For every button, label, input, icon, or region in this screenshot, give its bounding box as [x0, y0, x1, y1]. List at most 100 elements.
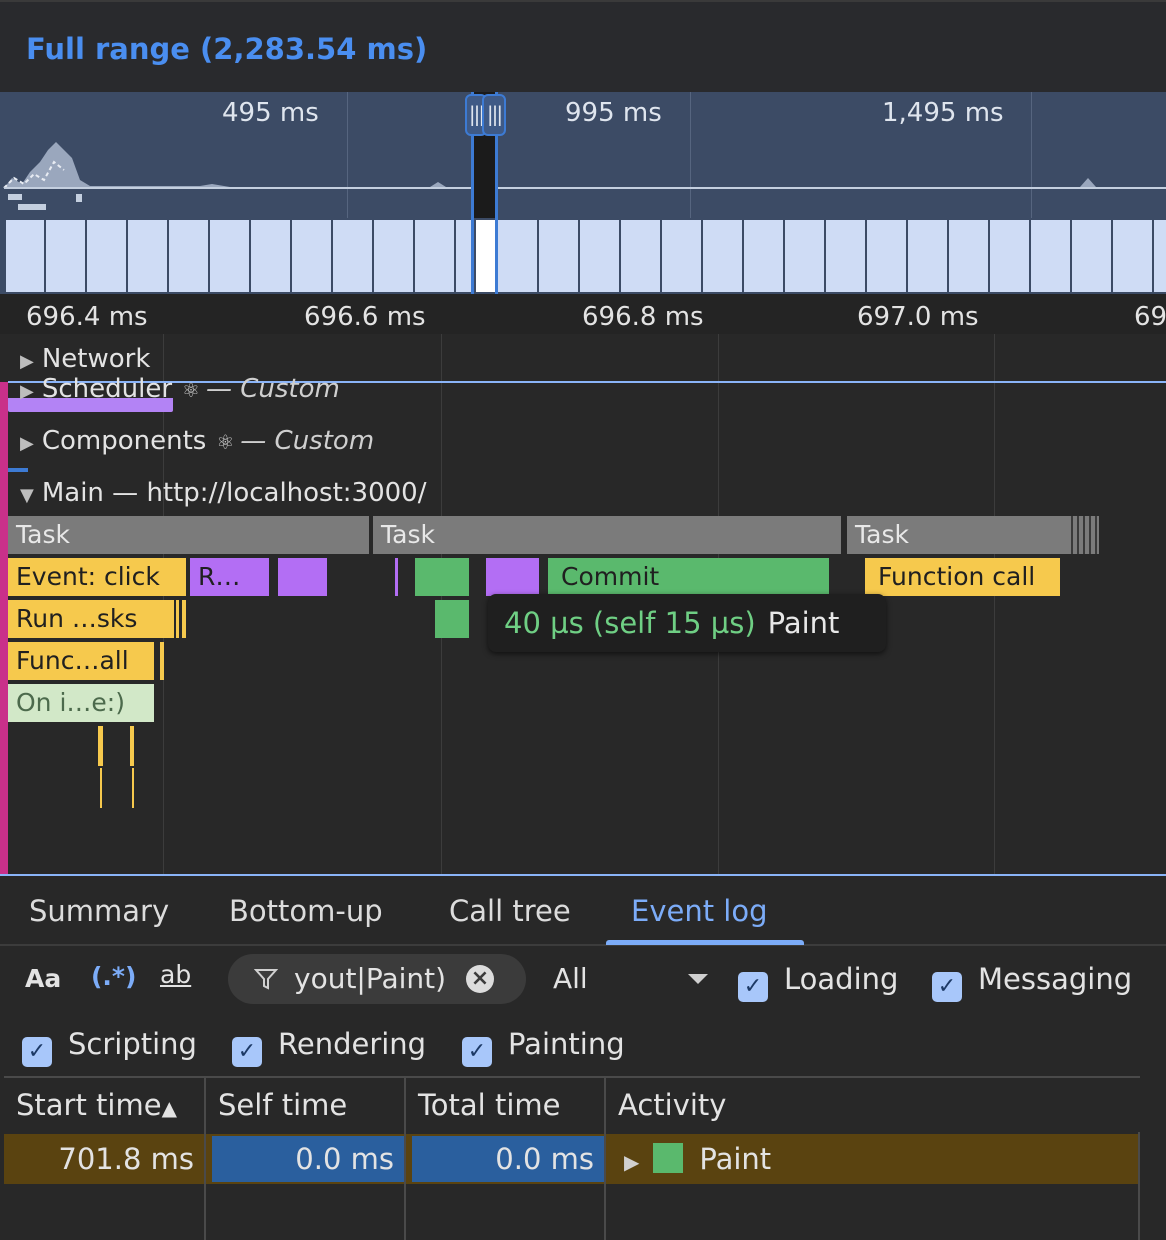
clear-filter-icon[interactable]: × [466, 965, 494, 993]
flame-event-thin[interactable] [160, 642, 164, 680]
details-tabs: Summary Bottom-up Call tree Event log [0, 876, 1166, 946]
frame-block [208, 220, 250, 292]
frame-block [824, 220, 866, 292]
track-suffix: — Custom [240, 426, 375, 456]
flame-event-task[interactable]: Task [373, 516, 841, 554]
flame-event-click[interactable]: Event: click [8, 558, 186, 596]
grid-line [994, 334, 995, 874]
flame-event-task-small[interactable] [1067, 516, 1099, 554]
selection-handle-right[interactable]: ||| [482, 94, 506, 136]
ruler-label: 696.4 ms [26, 302, 148, 332]
track-label: Components [41, 426, 207, 456]
track-components[interactable]: ▶ Components ⚛ — Custom [20, 426, 374, 456]
flame-event-thin[interactable] [176, 600, 179, 638]
check-icon: ✓ [232, 1037, 262, 1067]
checkbox-painting[interactable]: ✓ Painting [462, 1027, 625, 1067]
frames-strip [0, 218, 1166, 294]
filter-input[interactable]: yout|Paint) × [228, 954, 526, 1004]
flame-event-thin[interactable] [132, 768, 134, 808]
column-divider [204, 1132, 206, 1240]
flame-event-commit[interactable]: Commit [548, 558, 829, 596]
cell-total-time: 0.0 ms [495, 1142, 594, 1176]
flame-event-rendering[interactable] [486, 558, 539, 596]
event-tooltip: 40 µs (self 15 µs) Paint [488, 594, 886, 652]
track-marker [8, 468, 28, 472]
flame-event-rendering-thin[interactable] [395, 558, 398, 596]
tooltip-duration: 40 µs (self 15 µs) [504, 606, 756, 640]
full-range-title: Full range (2,283.54 ms) [26, 32, 428, 66]
frame-block [4, 220, 46, 292]
checkbox-label: Loading [784, 962, 899, 996]
check-icon: ✓ [738, 972, 768, 1002]
react-icon: ⚛ [216, 430, 235, 454]
track-label: Main — http://localhost:3000/ [41, 478, 427, 508]
regex-icon[interactable]: (.*) [91, 962, 136, 991]
flame-event-painting[interactable] [415, 558, 469, 596]
flame-event-run-tasks[interactable]: Run …sks [8, 600, 174, 638]
frame-block [1029, 220, 1071, 292]
frame-block [1070, 220, 1112, 292]
frame-block [578, 220, 620, 292]
expand-arrow-icon[interactable]: ▶ [20, 381, 34, 402]
cpu-activity-graph [3, 142, 1166, 210]
tab-summary[interactable]: Summary [29, 894, 169, 928]
filter-value: yout|Paint) [294, 962, 447, 995]
duration-select[interactable]: All [553, 962, 588, 995]
expand-arrow-icon[interactable]: ▶ [20, 351, 34, 372]
flame-event-thin[interactable] [130, 726, 134, 766]
frame-block [906, 220, 948, 292]
column-divider [1138, 1132, 1140, 1240]
checkbox-scripting[interactable]: ✓ Scripting [22, 1027, 197, 1067]
checkbox-rendering[interactable]: ✓ Rendering [232, 1027, 426, 1067]
column-header-start-time[interactable]: Start time▲ [4, 1078, 206, 1132]
flame-event-thin[interactable] [100, 768, 102, 808]
frame-block [496, 220, 538, 292]
checkbox-messaging[interactable]: ✓ Messaging [932, 962, 1132, 1002]
event-log-table: Start time▲ Self time Total time Activit… [4, 1076, 1140, 1240]
column-divider [404, 1132, 406, 1240]
checkbox-loading[interactable]: ✓ Loading [738, 962, 898, 1002]
flame-event-misc[interactable]: On i…e:) [8, 684, 154, 722]
track-main[interactable]: ▼ Main — http://localhost:3000/ [20, 478, 427, 508]
match-case-icon[interactable]: Aa [25, 964, 61, 993]
frame-block [1111, 220, 1153, 292]
column-header-total-time[interactable]: Total time [406, 1078, 606, 1132]
flame-event-rendering[interactable]: R… [190, 558, 269, 596]
timeline-overview[interactable]: 495 ms 995 ms 1,495 ms ||| ||| [0, 92, 1166, 294]
sort-ascending-icon: ▲ [161, 1096, 177, 1120]
range-header: Full range (2,283.54 ms) [0, 0, 1166, 92]
ruler-label: 697.0 ms [857, 302, 979, 332]
track-network[interactable]: ▶ Network [20, 344, 150, 374]
frame-block [167, 220, 209, 292]
column-header-self-time[interactable]: Self time [206, 1078, 406, 1132]
checkbox-label: Painting [508, 1027, 625, 1061]
track-scheduler[interactable]: ▶ Scheduler ⚛ — Custom [20, 374, 340, 404]
check-icon: ✓ [462, 1037, 492, 1067]
ruler-label: 696.6 ms [304, 302, 426, 332]
check-icon: ✓ [22, 1037, 52, 1067]
flame-event-thin[interactable] [98, 726, 103, 766]
tab-call-tree[interactable]: Call tree [449, 894, 571, 928]
whole-word-icon[interactable]: ab [160, 960, 191, 989]
tab-bottom-up[interactable]: Bottom-up [229, 894, 383, 928]
flame-event-thin[interactable] [1056, 558, 1060, 596]
frame-block [249, 220, 291, 292]
track-suffix: — Custom [205, 374, 340, 404]
flame-event-paint[interactable] [435, 600, 469, 638]
flame-event-task[interactable]: Task [8, 516, 369, 554]
flame-event-task[interactable]: Task [847, 516, 1067, 554]
tab-event-log[interactable]: Event log [631, 894, 768, 928]
expand-arrow-icon[interactable]: ▶ [624, 1150, 639, 1174]
track-label: Network [41, 344, 151, 374]
collapse-arrow-icon[interactable]: ▼ [20, 485, 34, 506]
ruler-label: 69 [1134, 302, 1166, 332]
table-row[interactable]: 701.8 ms 0.0 ms 0.0 ms ▶ Paint [4, 1134, 1140, 1184]
flame-event-function-call[interactable]: Function call [865, 558, 1059, 596]
frame-block [290, 220, 332, 292]
column-header-activity[interactable]: Activity [606, 1078, 1140, 1132]
flame-event-function-call[interactable]: Func…all [8, 642, 154, 680]
chevron-down-icon[interactable] [688, 974, 708, 984]
flame-event-rendering[interactable] [278, 558, 327, 596]
expand-arrow-icon[interactable]: ▶ [20, 433, 34, 454]
flame-event-thin[interactable] [182, 600, 186, 638]
